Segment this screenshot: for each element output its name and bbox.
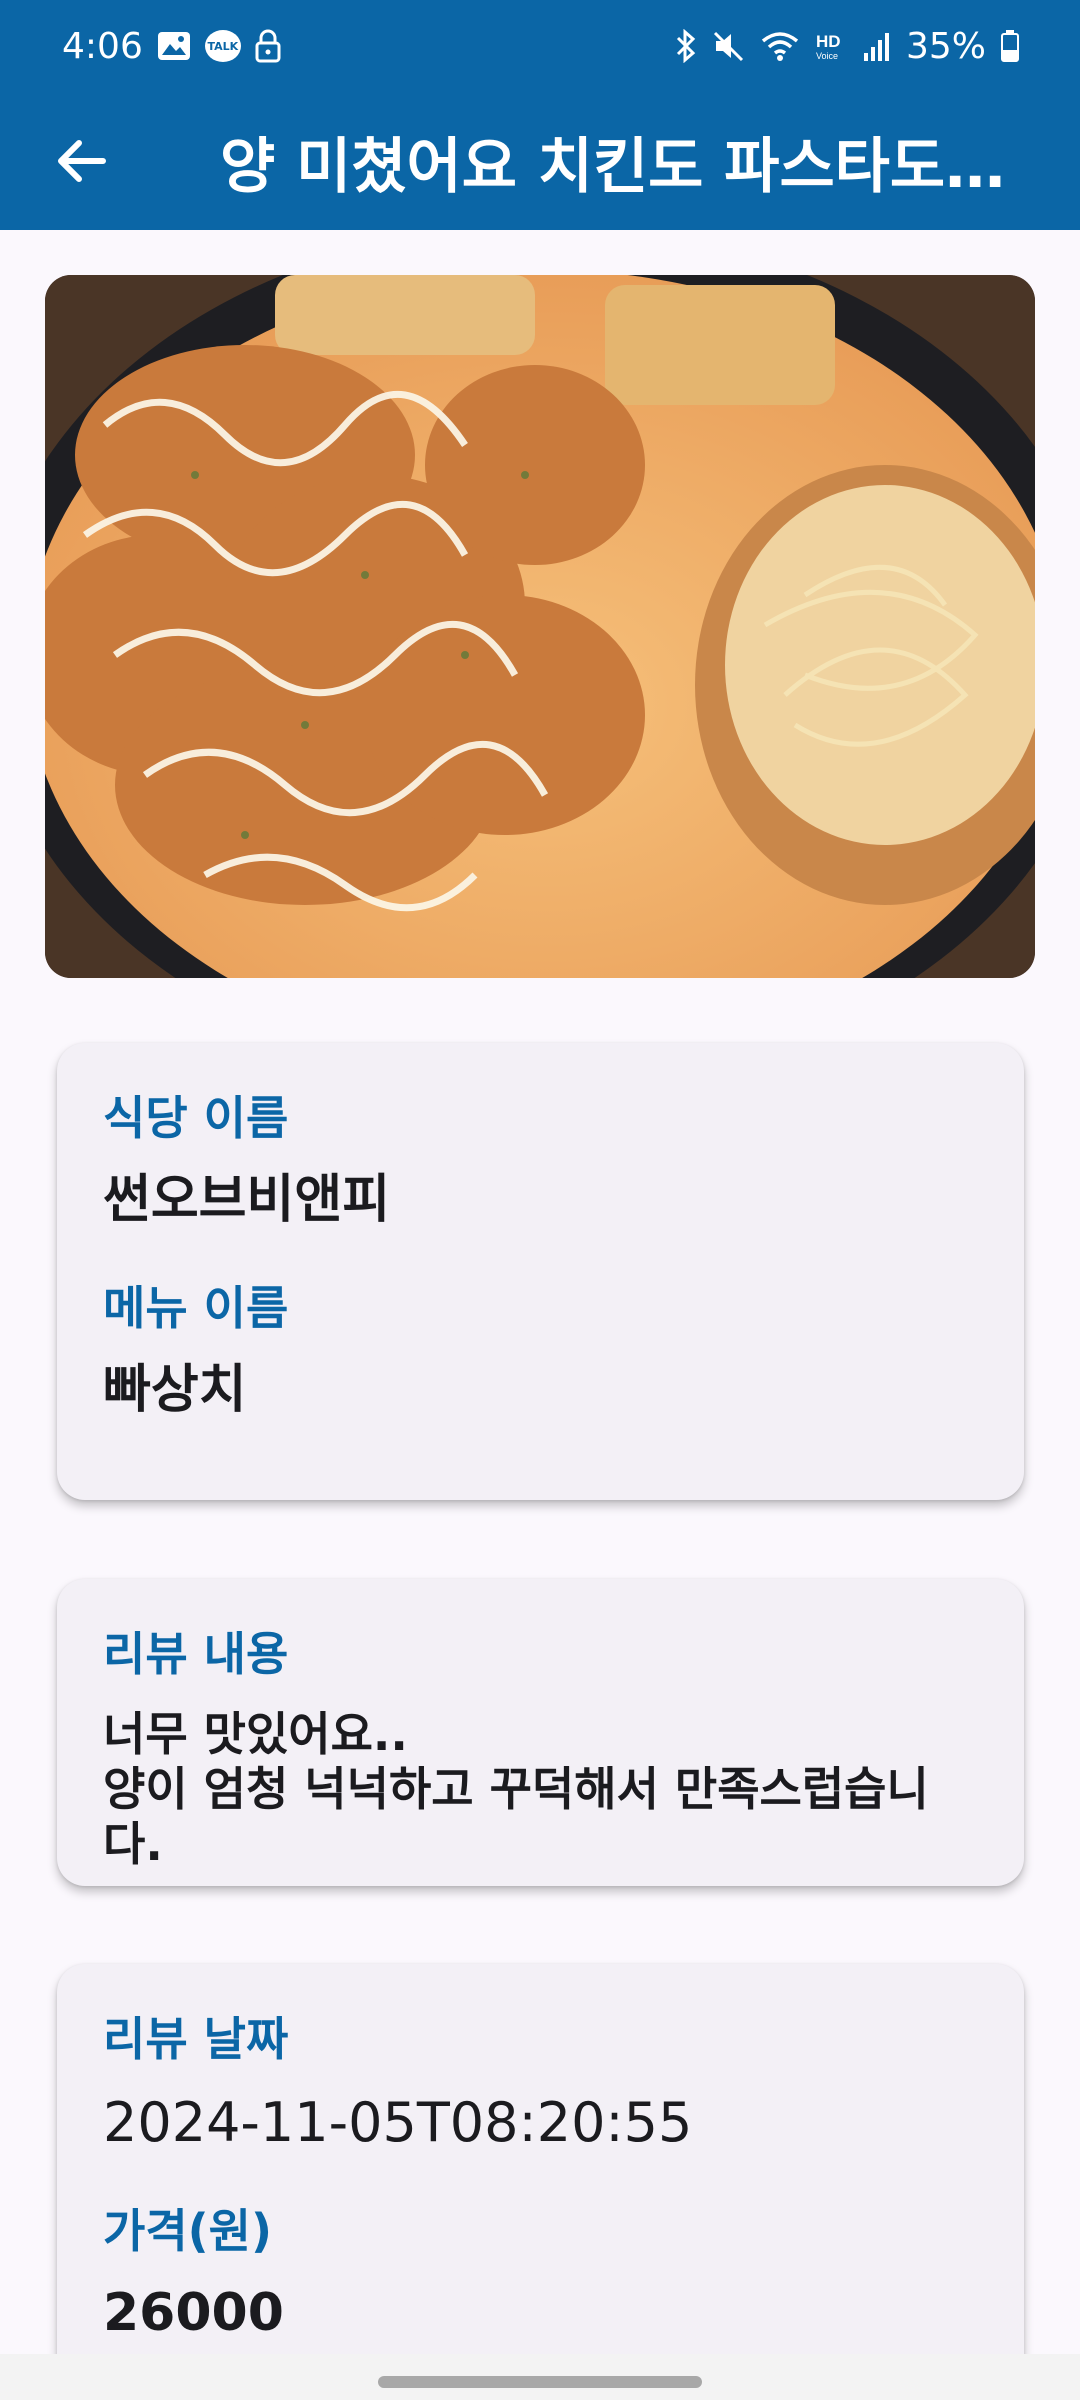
wifi-icon [760,29,800,63]
svg-text:Voice: Voice [816,51,838,61]
battery-percent: 35% [905,25,986,67]
review-content-card: 리뷰 내용 너무 맛있어요.. 양이 엄청 넉넉하고 꾸덕해서 만족스럽습니다. [57,1579,1024,1886]
review-meta-card: 리뷰 날짜 2024-11-05T08:20:55 가격(원) 26000 [57,1964,1024,2400]
gesture-navigation-bar [0,2354,1080,2400]
hd-voice-icon: HD Voice [814,29,848,63]
back-button[interactable] [20,101,140,221]
app-bar: 4:06 TALK HD Voice 35% 양 미쳤어요 치킨도 파스타도 미… [0,0,1080,230]
home-gesture-handle[interactable] [378,2376,702,2388]
lock-icon [255,29,281,63]
status-time: 4:06 [62,25,143,67]
toolbar: 양 미쳤어요 치킨도 파스타도 미... [0,92,1080,230]
svg-text:HD: HD [816,32,841,51]
review-content-label: 리뷰 내용 [103,1627,289,1681]
restaurant-name-value: 썬오브비앤피 [103,1170,391,1230]
menu-name-label: 메뉴 이름 [103,1280,289,1335]
signal-icon [862,29,892,63]
restaurant-info-card: 식당 이름 썬오브비앤피 메뉴 이름 빠상치 [57,1043,1024,1500]
review-content-value: 너무 맛있어요.. 양이 엄청 넉넉하고 꾸덕해서 만족스럽습니다. [103,1707,929,1872]
talk-icon: TALK [204,30,241,62]
image-icon [157,31,191,61]
price-value: 26000 [103,2283,284,2344]
menu-name-value: 빠상치 [103,1359,247,1420]
price-label: 가격(원) [103,2204,273,2259]
page-title: 양 미쳤어요 치킨도 파스타도 미... [220,131,1020,202]
restaurant-name-label: 식당 이름 [103,1091,289,1145]
mute-icon [712,29,746,63]
review-photo [45,275,1035,978]
battery-icon [1000,29,1020,63]
review-date-label: 리뷰 날짜 [103,2012,289,2066]
bluetooth-icon [674,29,698,63]
status-bar: 4:06 TALK HD Voice 35% [0,0,1080,92]
arrow-left-icon [58,140,106,182]
review-date-value: 2024-11-05T08:20:55 [103,2091,693,2154]
